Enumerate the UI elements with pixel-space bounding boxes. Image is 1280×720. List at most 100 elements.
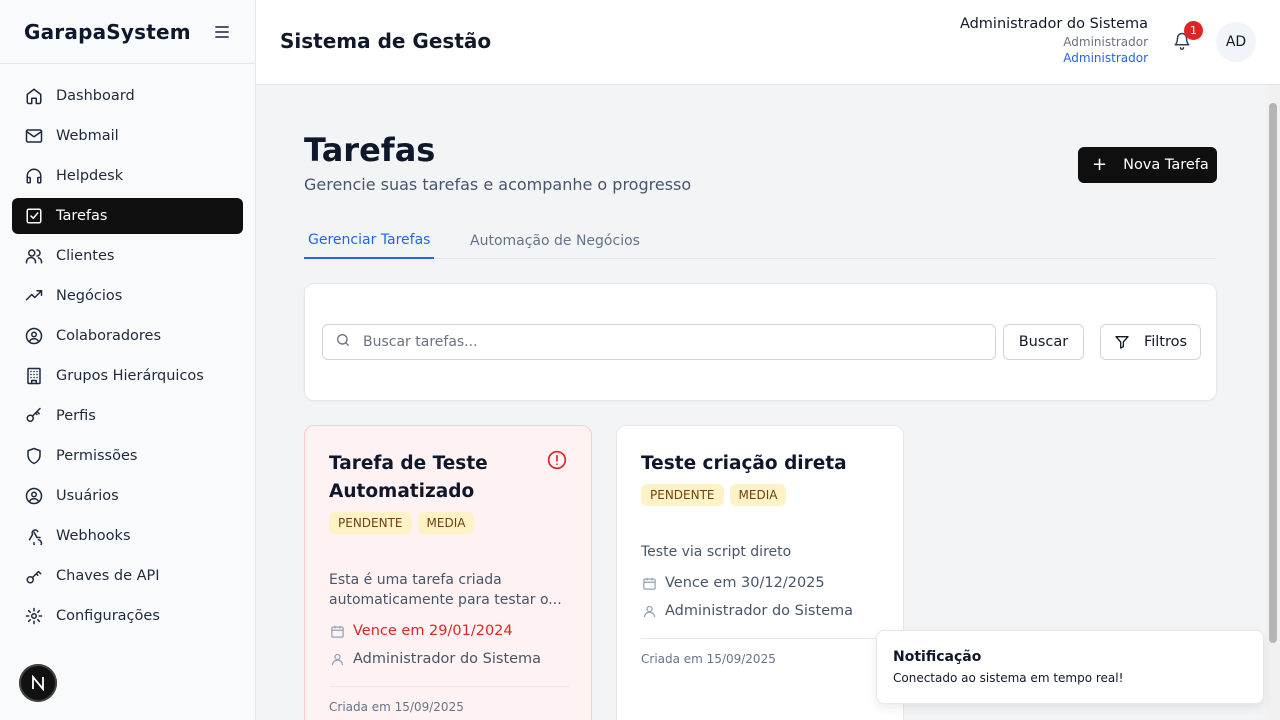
search-input[interactable] (363, 334, 963, 350)
sidebar-item-clientes[interactable]: Clientes (12, 238, 243, 274)
search-icon (335, 332, 351, 352)
headphones-icon (24, 166, 44, 186)
task-assignee: Administrador do Sistema (329, 651, 541, 667)
sidebar-item-permissoes[interactable]: Permissões (12, 438, 243, 474)
sidebar-item-usuarios[interactable]: Usuários (12, 478, 243, 514)
sidebar-item-chaves-api[interactable]: Chaves de API (12, 558, 243, 594)
dev-tools-badge[interactable] (19, 664, 57, 702)
sidebar-item-configuracoes[interactable]: Configurações (12, 598, 243, 634)
webhook-icon (24, 526, 44, 546)
toast-message: Conectado ao sistema em tempo real! (893, 671, 1124, 685)
sidebar-item-tarefas[interactable]: Tarefas (12, 198, 243, 234)
sidebar-item-negocios[interactable]: Negócios (12, 278, 243, 314)
sidebar-item-label: Clientes (56, 248, 115, 264)
status-badge: PENDENTE (641, 484, 724, 506)
n-logo-icon (32, 675, 44, 691)
user-circle-icon (24, 326, 44, 346)
task-due-date: Vence em 30/12/2025 (641, 575, 825, 591)
checkbox-icon (24, 206, 44, 226)
new-task-label: Nova Tarefa (1123, 157, 1209, 173)
new-task-button[interactable]: + Nova Tarefa (1078, 147, 1217, 183)
page-subtitle: Gerencie suas tarefas e acompanhe o prog… (304, 175, 692, 194)
sidebar-item-label: Webmail (56, 128, 119, 144)
menu-toggle-icon[interactable] (213, 23, 231, 41)
user-name: Administrador do Sistema (959, 16, 1148, 32)
task-assignee: Administrador do Sistema (641, 603, 853, 619)
toast-title: Notificação (893, 649, 982, 665)
task-title[interactable]: Tarefa de Teste Automatizado (329, 450, 539, 506)
key-icon (24, 406, 44, 426)
user-role: Administrador (1063, 35, 1148, 49)
task-description: Esta é uma tarefa criada automaticamente… (329, 572, 562, 608)
user-info[interactable]: Administrador do Sistema Administrador A… (960, 16, 1148, 65)
user-icon (641, 603, 657, 619)
assignee-text: Administrador do Sistema (665, 603, 854, 619)
tab-automacao-negocios[interactable]: Automação de Negócios (466, 223, 644, 259)
user-circle-icon (24, 486, 44, 506)
task-title[interactable]: Teste criação direta (641, 450, 851, 478)
search-card: Buscar Filtros (304, 283, 1217, 401)
page-title: Tarefas (304, 131, 436, 169)
divider (641, 638, 881, 639)
priority-badge: MEDIA (729, 484, 787, 506)
sidebar-item-label: Webhooks (56, 528, 131, 544)
main-content: Tarefas Gerencie suas tarefas e acompanh… (256, 85, 1266, 720)
sidebar-item-colaboradores[interactable]: Colaboradores (12, 318, 243, 354)
task-card[interactable]: Tarefa de Teste Automatizado PENDENTE MED… (304, 425, 592, 720)
sidebar-nav: Dashboard Webmail Helpdesk Tarefas Clien… (0, 64, 255, 652)
home-icon (24, 86, 44, 106)
sidebar-item-label: Usuários (56, 488, 119, 504)
task-created-date: Criada em 15/09/2025 (329, 700, 464, 714)
sidebar-item-grupos-hierarquicos[interactable]: Grupos Hierárquicos (12, 358, 243, 394)
sidebar-item-helpdesk[interactable]: Helpdesk (12, 158, 243, 194)
sidebar-header: GarapaSystem (0, 0, 255, 64)
priority-badge: MEDIA (417, 512, 475, 534)
sidebar-item-label: Perfis (56, 408, 96, 424)
sidebar-item-webhooks[interactable]: Webhooks (12, 518, 243, 554)
sidebar-item-dashboard[interactable]: Dashboard (12, 78, 243, 114)
shield-icon (24, 446, 44, 466)
filters-button[interactable]: Filtros (1100, 324, 1201, 360)
sidebar-item-label: Helpdesk (56, 168, 124, 184)
task-card[interactable]: Teste criação direta PENDENTE MEDIA Teste… (616, 425, 904, 720)
sidebar: GarapaSystem Dashboard Webmail Helpdesk … (0, 0, 256, 720)
scrollbar-thumb[interactable] (1269, 103, 1277, 643)
key-icon (24, 566, 44, 586)
due-date-text: Vence em 30/12/2025 (665, 575, 825, 591)
task-badges: PENDENTE MEDIA (329, 512, 480, 534)
tabs: Gerenciar Tarefas Automação de Negócios (304, 223, 1216, 259)
sidebar-item-perfis[interactable]: Perfis (12, 398, 243, 434)
gear-icon (24, 606, 44, 626)
task-created-date: Criada em 15/09/2025 (641, 652, 776, 666)
sidebar-item-label: Configurações (56, 608, 160, 624)
sidebar-item-label: Negócios (56, 288, 123, 304)
sidebar-item-label: Colaboradores (56, 328, 162, 344)
trending-up-icon (24, 286, 44, 306)
sidebar-item-webmail[interactable]: Webmail (12, 118, 243, 154)
task-badges: PENDENTE MEDIA (641, 484, 792, 506)
sidebar-item-label: Dashboard (56, 88, 135, 104)
main-scrollbar[interactable] (1266, 85, 1280, 720)
notification-toast[interactable]: Notificação Conectado ao sistema em temp… (876, 630, 1264, 704)
notification-count-badge: 1 (1184, 21, 1203, 40)
users-icon (24, 246, 44, 266)
calendar-icon (329, 623, 345, 639)
alert-icon (547, 450, 567, 474)
building-icon (24, 366, 44, 386)
brand-logo-text[interactable]: GarapaSystem (24, 20, 191, 44)
filter-icon (1114, 334, 1130, 350)
user-role-link[interactable]: Administrador (960, 51, 1148, 65)
top-header: Sistema de Gestão Administrador do Siste… (256, 0, 1280, 85)
calendar-icon (641, 575, 657, 591)
search-button[interactable]: Buscar (1003, 324, 1084, 360)
search-field[interactable] (322, 324, 996, 360)
sidebar-item-label: Tarefas (56, 208, 108, 224)
status-badge: PENDENTE (329, 512, 412, 534)
header-title: Sistema de Gestão (280, 29, 492, 53)
user-icon (329, 651, 345, 667)
tab-gerenciar-tarefas[interactable]: Gerenciar Tarefas (304, 223, 435, 259)
filters-label: Filtros (1143, 334, 1188, 350)
sidebar-item-label: Grupos Hierárquicos (56, 368, 204, 384)
avatar[interactable]: AD (1216, 22, 1256, 62)
divider (329, 686, 569, 687)
